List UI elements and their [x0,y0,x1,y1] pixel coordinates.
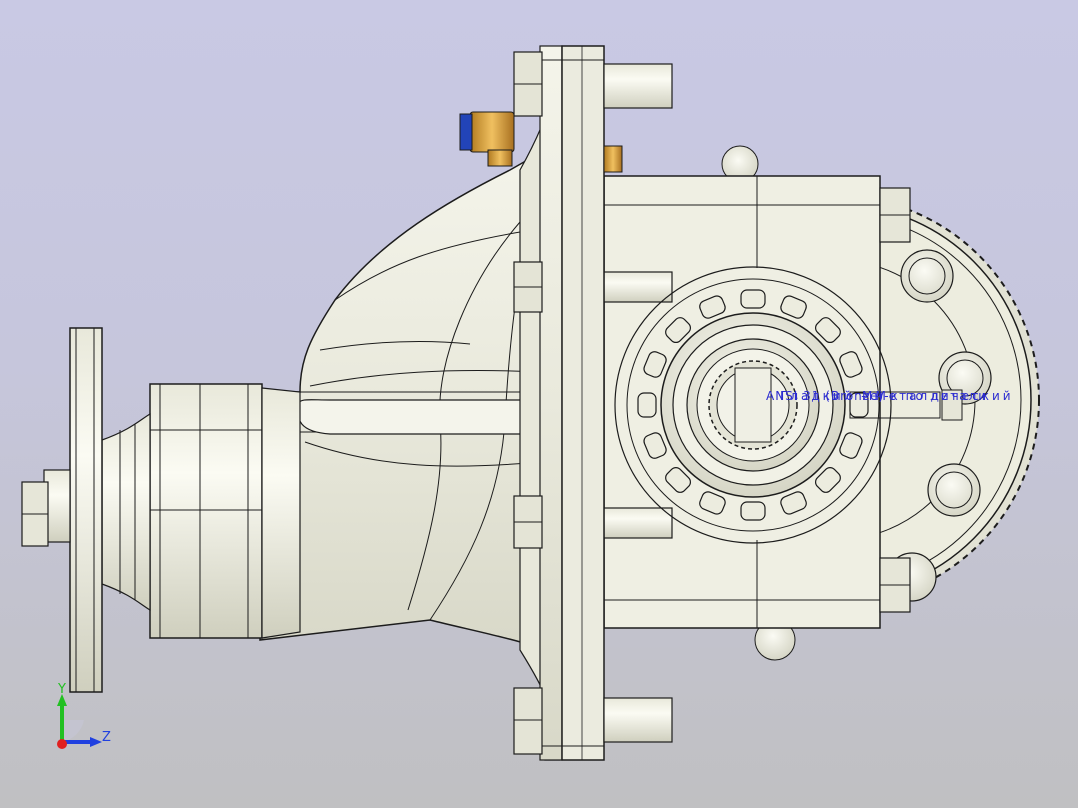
coordinate-triad: Y Z [48,682,128,754]
gear-tooth [637,392,657,418]
gear-tooth [740,501,766,521]
gear-tooth [740,289,766,309]
companion-flange [21,327,103,693]
differential-assembly-model[interactable] [0,0,1078,808]
y-axis-label: Y [58,682,66,697]
graphics-viewport[interactable]: ANSI 31 (Bronze) Гладкий - Металлический… [0,0,1078,808]
z-axis-label: Z [102,730,111,745]
pinion-shaft [101,383,301,639]
gear-tooth [849,392,869,418]
pinion-housing [259,148,546,652]
